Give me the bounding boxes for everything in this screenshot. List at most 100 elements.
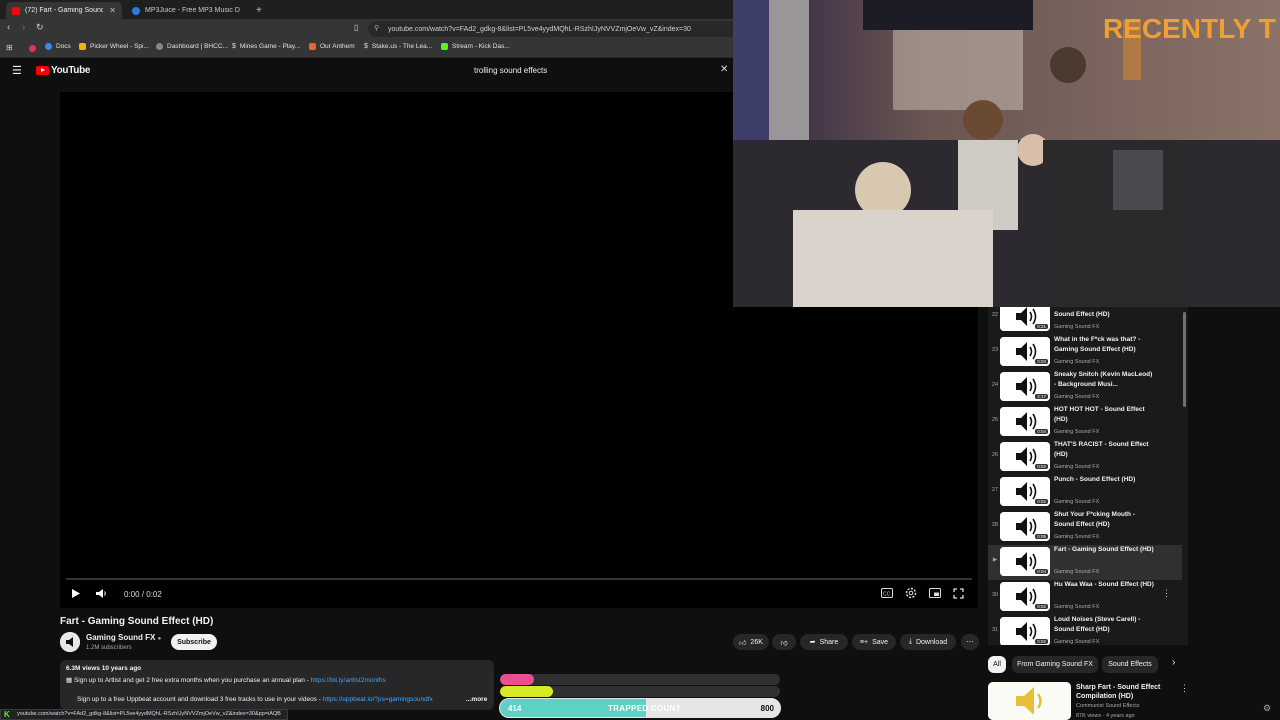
playlist-item[interactable]: 25 0:04 HOT HOT HOT - Sound Effect (HD) Gam… [988, 405, 1182, 440]
playlist-item-title: Shut Your F*cking Mouth - Sound Effect (… [1054, 511, 1136, 528]
playlist-item[interactable]: 27 0:02 Punch - Sound Effect (HD) Gaming So… [988, 475, 1182, 510]
bookmark-kick[interactable]: Stream - Kick Das... [441, 43, 510, 50]
playlist-item[interactable]: ▶ 0:04 Fart - Gaming Sound Effect (HD) Gami… [988, 545, 1182, 580]
fullscreen-icon[interactable] [953, 588, 964, 599]
forward-icon[interactable]: › [22, 22, 25, 33]
playlist-item[interactable]: 22 0:21 And His Name Is JOHN CENA - Sound … [988, 307, 1182, 335]
playlist-scrollbar[interactable] [1183, 312, 1186, 407]
playlist-item-channel: Gaming Sound FX [1054, 394, 1100, 400]
playlist-item[interactable]: 28 0:05 Shut Your F*cking Mouth - Sound Ef… [988, 510, 1182, 545]
playlist-thumbnail[interactable]: 0:04 [1000, 547, 1050, 576]
channel-name[interactable]: Gaming Sound FX ● [86, 633, 161, 642]
playlist-item-index: 28 [991, 522, 999, 528]
site-info-icon[interactable]: ⚲ [374, 24, 379, 32]
settings-icon[interactable]: ⚙ [1263, 703, 1271, 714]
bookmark-our-anthem[interactable]: Our Anthem [309, 43, 355, 50]
playlist-item-channel: Gaming Sound FX [1054, 569, 1100, 575]
hamburger-menu-icon[interactable]: ☰ [12, 64, 22, 77]
playlist-item-index: 24 [991, 382, 999, 388]
download-button[interactable]: ⤓ Download [900, 634, 956, 650]
playlist-thumbnail[interactable]: 0:02 [1000, 442, 1050, 471]
save-playlist-icon: ≡+ [859, 638, 869, 646]
show-more-button[interactable]: ...more [466, 696, 487, 703]
thumbs-down-icon: 👎︎ [780, 639, 788, 647]
bookmark-label: Stream - Kick Das... [452, 43, 510, 50]
playlist-duration: 0:21 [1035, 324, 1048, 329]
more-actions-button[interactable]: ⋯ [961, 634, 979, 650]
playlist-item[interactable]: 23 0:03 What in the F*ck was that? - Gamin… [988, 335, 1182, 370]
playlist-item[interactable]: 31 0:02 Loud Noises (Steve Carell) - Sound… [988, 615, 1182, 645]
miniplayer-icon[interactable] [929, 588, 941, 598]
dislike-button[interactable]: 👎︎ [772, 634, 796, 650]
description-text: Sign up to Artlist and get 2 free extra … [73, 677, 311, 684]
recommendation-meta: 87K views · 4 years ago [1076, 713, 1135, 719]
recommendation-menu-icon[interactable]: ⋮ [1180, 683, 1189, 694]
playlist-item[interactable]: 26 0:02 THAT'S RACIST - Sound Effect (HD) G… [988, 440, 1182, 475]
playlist-item-menu-icon[interactable]: ⋮ [1162, 588, 1171, 599]
description-box[interactable]: 6.3M views 10 years ago ▦ Sign up to Art… [60, 660, 494, 710]
playlist-item-channel: Gaming Sound FX [1054, 639, 1100, 645]
playlist-item-title: Sneaky Snitch (Kevin MacLeod) - Backgrou… [1054, 371, 1153, 388]
playlist-duration: 0:02 [1035, 499, 1048, 504]
download-label: Download [915, 638, 948, 646]
playlist-item[interactable]: 24 2:17 Sneaky Snitch (Kevin MacLeod) - Ba… [988, 370, 1182, 405]
playlist-duration: 0:03 [1035, 359, 1048, 364]
search-input[interactable]: trolling sound effects [474, 66, 547, 75]
recommendation-title[interactable]: Sharp Fart - Sound Effect Compilation (H… [1076, 683, 1176, 701]
recommendation-channel: Communist Sound Effects [1076, 703, 1140, 709]
tab-youtube[interactable]: (72) Fart - Gaming Sound E ✕ [6, 2, 122, 19]
bookmark-label: Docs [56, 43, 71, 50]
mp3juice-favicon-icon [132, 6, 140, 15]
playlist-thumbnail[interactable]: 0:03 [1000, 337, 1050, 366]
volume-icon[interactable] [95, 588, 107, 599]
youtube-logo[interactable]: YouTube [36, 65, 91, 76]
bookmark-mines[interactable]: $ Mines Game - Play... [232, 43, 300, 50]
back-icon[interactable]: ‹ [7, 22, 10, 33]
playlist-thumbnail[interactable]: 0:02 [1000, 617, 1050, 645]
youtube-play-icon [36, 66, 49, 75]
captions-icon[interactable]: CC [881, 588, 893, 598]
app-icon[interactable] [29, 45, 36, 52]
channel-avatar[interactable] [60, 632, 80, 652]
playlist-thumbnail[interactable]: 0:02 [1000, 477, 1050, 506]
pink-progress-fill [500, 674, 534, 685]
chip-all[interactable]: All [988, 656, 1006, 673]
apps-grid-icon[interactable]: ⊞ [6, 43, 13, 52]
play-icon[interactable] [71, 588, 81, 599]
picker-wheel-icon [79, 43, 86, 50]
new-tab-button[interactable]: + [250, 2, 264, 19]
playlist-thumbnail[interactable]: 0:04 [1000, 407, 1050, 436]
artlist-link[interactable]: https://bit.ly/artlist2months [311, 677, 386, 684]
playlist-thumbnail[interactable]: 0:21 [1000, 307, 1050, 331]
bookmark-picker-wheel[interactable]: Picker Wheel - Spi... [79, 43, 149, 50]
playlist-thumbnail[interactable]: 0:05 [1000, 512, 1050, 541]
tab-mp3juice[interactable]: MP3Juice - Free MP3 Music Down [126, 2, 246, 19]
yellow-progress-bar [500, 686, 780, 697]
playlist-thumbnail[interactable]: 0:02 [1000, 582, 1050, 611]
like-button[interactable]: 👍︎ 26K [733, 634, 769, 650]
google-icon [45, 43, 52, 50]
bookmark-icon[interactable]: ▯ [354, 23, 358, 32]
share-button[interactable]: ➦ Share [800, 634, 848, 650]
recommendation-thumbnail[interactable] [988, 682, 1071, 720]
clear-search-icon[interactable]: ✕ [720, 64, 728, 75]
chip-from-channel[interactable]: From Gaming Sound FX [1012, 656, 1098, 673]
subscribe-button[interactable]: Subscribe [171, 634, 217, 650]
close-tab-icon[interactable]: ✕ [109, 6, 116, 15]
chip-sound-effects[interactable]: Sound Effects [1102, 656, 1158, 673]
pink-progress-bar [500, 674, 780, 685]
save-button[interactable]: ≡+ Save [852, 634, 896, 650]
progress-bar[interactable] [66, 578, 972, 580]
playlist-item-channel: Gaming Sound FX [1054, 534, 1100, 540]
share-icon: ➦ [809, 639, 816, 646]
chips-next-icon[interactable]: › [1172, 657, 1175, 668]
reload-icon[interactable]: ↻ [36, 22, 44, 33]
playlist-item[interactable]: 30 0:02 Hu Waa Waa - Sound Effect (HD) Gami… [988, 580, 1182, 615]
bookmark-stake[interactable]: $ Stake.us - The Lea... [364, 43, 432, 50]
uppbeat-link[interactable]: https://uppbeat.io/?ps=gamingsoundfx [323, 696, 433, 703]
playlist-panel: 22 0:21 And His Name Is JOHN CENA - Sound … [988, 307, 1188, 645]
settings-gear-icon[interactable] [905, 587, 917, 599]
bookmark-docs[interactable]: Docs [45, 43, 71, 50]
playlist-thumbnail[interactable]: 2:17 [1000, 372, 1050, 401]
bookmark-dashboard[interactable]: Dashboard | BHCC... [156, 43, 228, 50]
